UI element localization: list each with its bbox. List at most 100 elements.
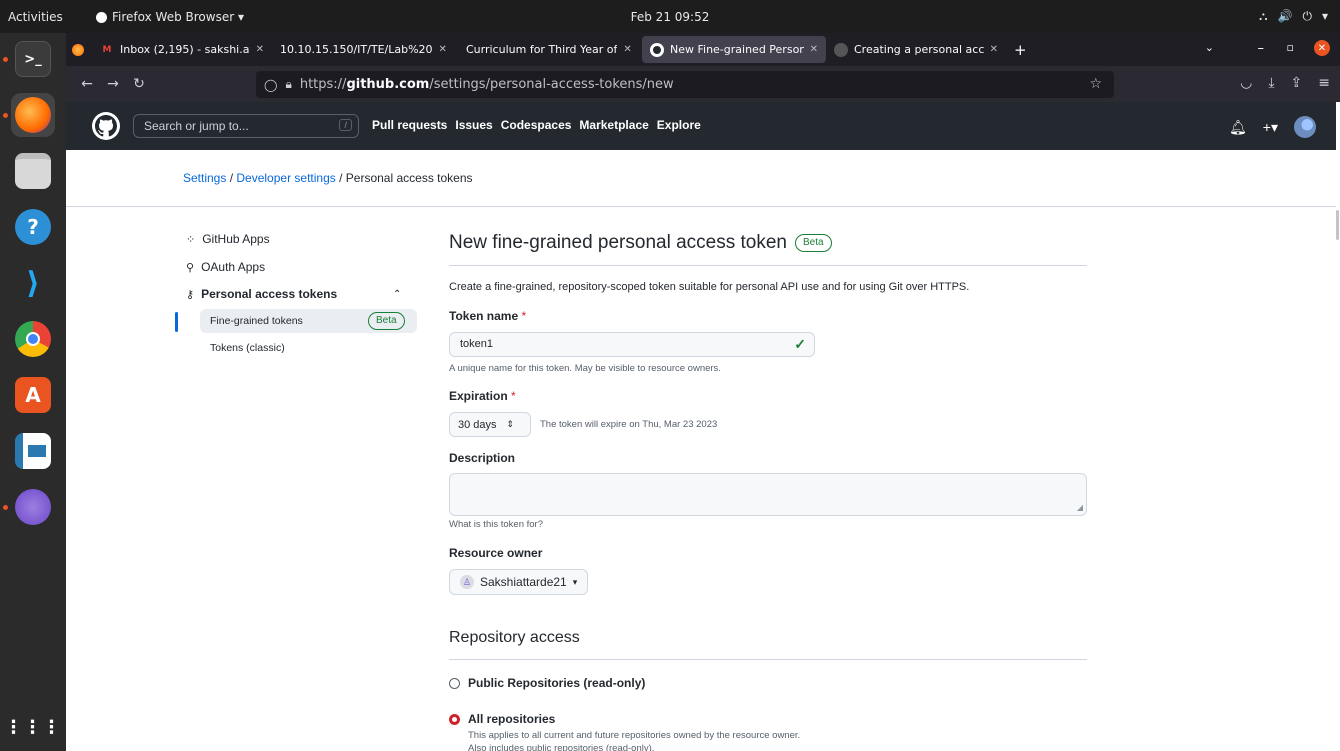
radio-button[interactable] [449,713,460,725]
sidebar-item-oauth-apps[interactable]: ⚲ OAuth Apps [186,260,265,274]
bell-icon[interactable]: 🔔︎ [1229,119,1247,136]
github-icon [834,42,848,57]
dock-chrome[interactable] [11,317,55,361]
all-repos-description: This applies to all current and future r… [468,730,801,741]
radio-button[interactable] [449,677,460,689]
dock-firefox[interactable] [11,93,55,137]
show-apps-button[interactable]: ⋮⋮⋮ [4,705,62,749]
app-menu[interactable]: Firefox Web Browser ▾ [96,10,244,24]
sidebar-item-label: Fine-grained tokens [210,315,303,327]
divider [449,659,1087,660]
close-window-icon[interactable]: ✕ [1314,40,1330,56]
maximize-icon[interactable]: ▫ [1287,41,1294,54]
firefox-icon [15,97,51,133]
search-shortcut-badge: / [339,119,352,131]
tab-lab[interactable]: 10.10.15.150/IT/TE/Lab%20 ✕ [272,36,458,63]
minimize-icon[interactable]: – [1258,41,1265,56]
dock-libreoffice-impress[interactable] [11,429,55,473]
pocket-icon[interactable]: ◡ [1240,75,1252,91]
resource-owner-label: Resource owner [449,546,543,560]
close-icon[interactable]: ✕ [623,44,631,55]
check-icon: ✓ [794,336,806,352]
close-icon[interactable]: ✕ [439,44,447,55]
tab-new-fine-grained[interactable]: New Fine-grained Person ✕ [642,36,826,63]
nav-explore[interactable]: Explore [657,118,701,132]
github-header: Search or jump to... / Pull requests Iss… [66,102,1336,150]
dock-vscode[interactable]: ⟩ [11,261,55,305]
resource-owner-dropdown[interactable]: ♙ Sakshiattarde21 ▾ [449,569,589,595]
description-hint: What is this token for? [449,519,543,530]
breadcrumb-developer-settings[interactable]: Developer settings [236,171,335,185]
close-icon[interactable]: ✕ [256,44,264,55]
terminal-icon: >_ [15,41,51,77]
browser-nav-bar: ← → ↻ ◯ 🔒︎ https://github.com/settings/p… [66,66,1340,102]
dock: >_ ? ⟩ A ⋮⋮⋮ [0,33,66,751]
new-tab-button[interactable]: + [1014,41,1027,59]
apps-grid-icon: ⁘ [186,233,196,246]
dock-terminal[interactable]: >_ [11,37,55,81]
all-repos-description-2: Also includes public repositories (read-… [468,743,655,751]
dock-help[interactable]: ? [11,205,55,249]
nav-pull-requests[interactable]: Pull requests [372,118,447,132]
activities-button[interactable]: Activities [8,10,63,24]
radio-public-repositories[interactable]: Public Repositories (read-only) [449,676,645,690]
forward-icon[interactable]: → [100,76,126,92]
radio-all-repositories[interactable]: All repositories [449,712,555,726]
expiration-label: Expiration * [449,389,516,403]
expiration-select[interactable]: 30 days ⇕ [449,412,531,437]
resize-grip-icon[interactable]: ◢ [1077,503,1083,512]
download-icon[interactable]: ⤓ [1268,75,1274,91]
beta-badge: Beta [368,312,405,330]
network-icon [15,489,51,525]
tab-creating-pat[interactable]: Creating a personal acce ✕ [826,36,1006,63]
menu-icon[interactable]: ≡ [1318,75,1330,91]
beta-badge: Beta [794,234,832,252]
sidebar-item-github-apps[interactable]: ⁘ GitHub Apps [186,232,270,246]
back-icon[interactable]: ← [74,76,100,92]
scrollbar[interactable] [1336,210,1339,240]
person-icon: ⚲ [186,261,195,274]
sidebar-item-tokens-classic[interactable]: Tokens (classic) [210,342,285,354]
url-bar[interactable]: ◯ 🔒︎ https://github.com/settings/persona… [256,71,1114,98]
bookmark-star-icon[interactable]: ☆ [1089,76,1102,92]
close-icon[interactable]: ✕ [810,44,818,55]
github-logo-icon[interactable] [92,112,120,140]
lock-icon: 🔒︎ [285,77,292,91]
divider [449,265,1087,266]
dock-network[interactable] [11,485,55,529]
expiration-note: The token will expire on Thu, Mar 23 202… [540,419,718,430]
nav-codespaces[interactable]: Codespaces [501,118,572,132]
page-title: New fine-grained personal access token B… [449,232,832,254]
nav-issues[interactable]: Issues [455,118,492,132]
description-textarea[interactable]: ◢ [449,473,1087,516]
tab-list-icon[interactable]: ⌄ [1205,41,1214,54]
app-grid-icon: ⋮⋮⋮ [4,716,62,738]
clock[interactable]: Feb 21 09:52 [631,10,710,24]
key-icon: ⚷ [186,288,195,301]
breadcrumb-settings[interactable]: Settings [183,171,226,185]
tab-label: Inbox (2,195) - sakshi.atta [120,43,250,56]
app-menu-label: Firefox Web Browser ▾ [112,10,244,24]
reload-icon[interactable]: ↻ [126,76,152,92]
github-icon [650,42,664,57]
close-icon[interactable]: ✕ [990,44,998,55]
description-label: Description [449,451,516,465]
extensions-icon[interactable]: ⇪ [1291,75,1303,91]
system-tray[interactable]: ⛬ 🔊 ⏻ ▾ [1259,9,1328,24]
nav-marketplace[interactable]: Marketplace [579,118,648,132]
tab-curriculum[interactable]: Curriculum for Third Year of ✕ [458,36,642,63]
firefox-view-icon[interactable] [72,43,92,56]
select-arrows-icon: ⇕ [506,419,515,429]
token-name-input[interactable]: token1 ✓ [449,332,815,357]
chevron-down-icon: ▾ [1321,9,1328,23]
sidebar-item-personal-access-tokens[interactable]: ⚷ Personal access tokens ⌃ [186,287,406,301]
presentation-icon [15,433,51,469]
dock-app-center[interactable]: A [11,373,55,417]
avatar[interactable] [1294,116,1316,138]
os-top-bar: Activities Firefox Web Browser ▾ Feb 21 … [0,0,1340,33]
folder-icon [15,153,51,189]
create-new-icon[interactable]: +▾ [1263,119,1278,136]
dock-files[interactable] [11,149,55,193]
github-search-input[interactable]: Search or jump to... / [133,114,359,138]
tab-gmail[interactable]: M Inbox (2,195) - sakshi.atta ✕ [92,36,272,63]
